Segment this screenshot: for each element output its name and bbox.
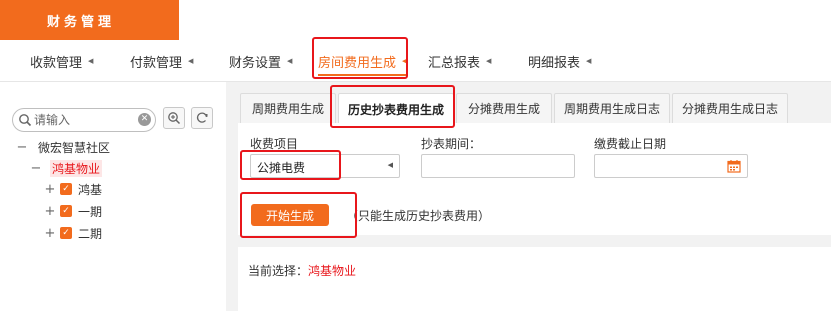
calendar-icon[interactable]	[727, 159, 741, 173]
nav-item-label: 房间费用生成	[318, 55, 397, 71]
tree-node-label: 鸿基物业	[50, 159, 103, 177]
top-bar	[179, 0, 831, 40]
caret-left-icon: ◀	[88, 57, 94, 65]
current-selection-value: 鸿基物业	[308, 264, 357, 278]
clear-icon[interactable]: ✕	[138, 113, 151, 126]
tree-node-child[interactable]: + ✓ 鸿基	[44, 180, 102, 198]
checkbox-checked-icon[interactable]: ✓	[60, 205, 72, 217]
caret-left-icon: ◀	[586, 57, 592, 65]
main-nav: 收款管理 ◀ 付款管理 ◀ 财务设置 ◀ 房间费用生成 ◀ 汇总报表 ◀ 明细报…	[0, 40, 831, 82]
tree-node-child[interactable]: + ✓ 二期	[44, 224, 102, 242]
due-date-label: 缴费截止日期	[594, 137, 667, 151]
due-date-input[interactable]	[594, 154, 748, 178]
active-underline	[318, 74, 408, 76]
app-window: 财务管理 收款管理 ◀ 付款管理 ◀ 财务设置 ◀ 房间费用生成 ◀ 汇总报表 …	[0, 0, 831, 311]
fee-item-select[interactable]: 公摊电费 ◀	[250, 154, 400, 178]
caret-left-icon: ◀	[486, 57, 492, 65]
expand-icon[interactable]: +	[44, 182, 56, 197]
search-input[interactable]	[34, 111, 134, 129]
status-area	[238, 247, 831, 311]
nav-item-label: 明细报表	[528, 55, 581, 71]
nav-item-room-fee-generation[interactable]: 房间费用生成 ◀	[318, 40, 408, 82]
checkbox-checked-icon[interactable]: ✓	[60, 227, 72, 239]
tab-shared-fee[interactable]: 分摊费用生成	[456, 93, 552, 123]
nav-item-receipts[interactable]: 收款管理 ◀	[30, 40, 93, 82]
fee-item-value: 公摊电费	[257, 161, 306, 175]
reading-period-input[interactable]	[421, 154, 575, 178]
search-icon	[19, 114, 32, 127]
reading-period-label: 抄表期间：	[421, 137, 482, 151]
tree-node-selected[interactable]: − 鸿基物业	[30, 159, 103, 177]
tree-node-root[interactable]: − 微宏智慧社区	[16, 138, 110, 156]
current-selection: 当前选择：鸿基物业	[248, 262, 356, 279]
nav-item-label: 付款管理	[130, 55, 183, 71]
tab-shared-fee-log[interactable]: 分摊费用生成日志	[672, 93, 788, 123]
tree-node-child[interactable]: + ✓ 一期	[44, 202, 102, 220]
caret-left-icon: ◀	[387, 161, 393, 169]
zoom-in-icon	[168, 112, 181, 125]
nav-item-label: 汇总报表	[428, 55, 481, 71]
hint-text: （只能生成历史抄表费用）	[346, 209, 491, 223]
start-generate-button[interactable]: 开始生成	[251, 204, 329, 226]
nav-item-summary-report[interactable]: 汇总报表 ◀	[428, 40, 491, 82]
tree-node-label: 一期	[78, 204, 103, 219]
collapse-icon[interactable]: −	[30, 161, 42, 176]
tree-node-label: 二期	[78, 226, 103, 241]
app-title: 财务管理	[0, 0, 179, 40]
caret-left-icon: ◀	[188, 57, 194, 65]
search-box: ✕	[12, 108, 156, 132]
nav-item-detail-report[interactable]: 明细报表 ◀	[528, 40, 591, 82]
collapse-icon[interactable]: −	[16, 140, 28, 155]
nav-item-settings[interactable]: 财务设置 ◀	[229, 40, 292, 82]
refresh-icon	[196, 112, 208, 123]
zoom-search-button[interactable]	[163, 107, 185, 129]
sidebar: ✕ − 微宏智慧社区 − 鸿基物业 + ✓ 鸿基	[0, 82, 226, 311]
nav-item-label: 财务设置	[229, 55, 282, 71]
caret-left-icon: ◀	[402, 57, 408, 65]
tree-node-label: 鸿基	[78, 182, 103, 197]
tree-node-label: 微宏智慧社区	[38, 140, 111, 155]
tab-history-meter-fee[interactable]: 历史抄表费用生成	[338, 93, 454, 124]
tab-periodic-fee-log[interactable]: 周期费用生成日志	[554, 93, 670, 123]
tab-periodic-fee[interactable]: 周期费用生成	[240, 93, 336, 123]
nav-item-payments[interactable]: 付款管理 ◀	[130, 40, 193, 82]
current-selection-label: 当前选择：	[248, 264, 309, 278]
expand-icon[interactable]: +	[44, 226, 56, 241]
expand-icon[interactable]: +	[44, 204, 56, 219]
fee-item-label: 收费项目	[250, 137, 299, 151]
caret-left-icon: ◀	[287, 57, 293, 65]
nav-item-label: 收款管理	[30, 55, 83, 71]
tab-strip: 周期费用生成 历史抄表费用生成 分摊费用生成 周期费用生成日志 分摊费用生成日志	[238, 93, 831, 124]
checkbox-checked-icon[interactable]: ✓	[60, 183, 72, 195]
refresh-button[interactable]	[191, 107, 213, 129]
